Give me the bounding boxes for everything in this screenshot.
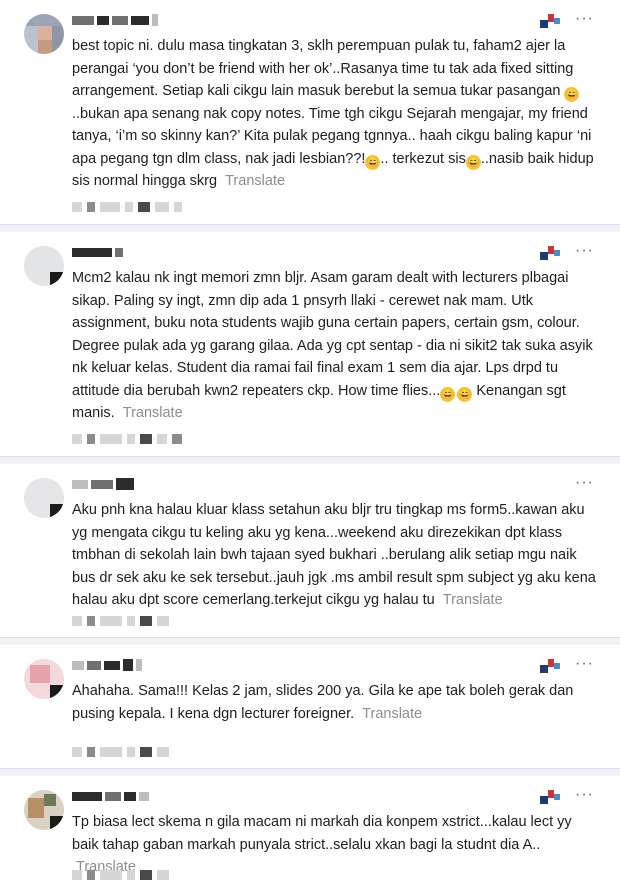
comment-actions-redacted[interactable]: [72, 200, 182, 214]
translate-link[interactable]: Translate: [362, 706, 422, 722]
flag-icon: [540, 246, 560, 260]
comment-actions-redacted[interactable]: [72, 868, 169, 882]
translate-link[interactable]: Translate: [123, 405, 183, 421]
comment-card: ··· Aku pnh kna halau kluar klass setahu…: [0, 464, 620, 638]
flag-icon: [540, 790, 560, 804]
avatar[interactable]: [24, 790, 64, 830]
comment-card: ··· Tp biasa lect skema n gila macam ni …: [0, 776, 620, 896]
laugh-emoji-icon: 😄: [365, 154, 381, 170]
more-options-button[interactable]: ···: [575, 786, 594, 804]
translate-link[interactable]: Translate: [225, 173, 285, 189]
flag-icon: [540, 14, 560, 28]
comment-card: ··· Mcm2 kalau nk ingt memori zmn bljr. …: [0, 232, 620, 457]
comment-card: ··· best topic ni. dulu masa tingkatan 3…: [0, 0, 620, 225]
comment-text: Ahahaha. Sama!!! Kelas 2 jam, slides 200…: [72, 683, 574, 722]
comment-actions-redacted[interactable]: [72, 745, 169, 759]
commenter-name-redacted[interactable]: [72, 659, 142, 671]
comment-text: Aku pnh kna halau kluar klass setahun ak…: [72, 502, 596, 608]
comment-text: Mcm2 kalau nk ingt memori zmn bljr. Asam…: [72, 270, 593, 421]
avatar[interactable]: [24, 659, 64, 699]
commenter-name-redacted[interactable]: [72, 14, 158, 26]
grin-emoji-icon: 😄: [440, 386, 456, 402]
more-options-button[interactable]: ···: [575, 242, 594, 260]
more-options-button[interactable]: ···: [575, 655, 594, 673]
flag-icon: [540, 659, 560, 673]
translate-link[interactable]: Translate: [443, 592, 503, 608]
avatar[interactable]: [24, 246, 64, 286]
commenter-name-redacted[interactable]: [72, 246, 123, 258]
comment-text: best topic ni. dulu masa tingkatan 3, sk…: [72, 38, 594, 189]
grin-emoji-icon: 😄: [457, 386, 473, 402]
avatar[interactable]: [24, 478, 64, 518]
comment-actions-redacted[interactable]: [72, 614, 169, 628]
more-options-button[interactable]: ···: [575, 10, 594, 28]
avatar[interactable]: [24, 14, 64, 54]
more-options-button[interactable]: ···: [575, 474, 594, 492]
commenter-name-redacted[interactable]: [72, 478, 134, 490]
grin-emoji-icon: 😄: [564, 87, 580, 102]
commenter-name-redacted[interactable]: [72, 790, 149, 802]
comment-actions-redacted[interactable]: [72, 432, 182, 446]
comment-card: ··· Ahahaha. Sama!!! Kelas 2 jam, slides…: [0, 645, 620, 769]
comment-feed: ··· best topic ni. dulu masa tingkatan 3…: [0, 0, 620, 896]
grin-emoji-icon: 😄: [465, 154, 481, 170]
